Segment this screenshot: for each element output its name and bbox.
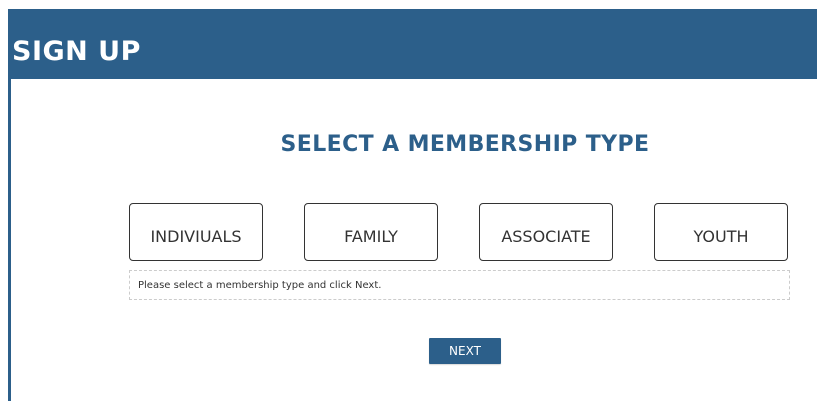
membership-option-family[interactable]: FAMILY: [304, 203, 438, 261]
instruction-message: Please select a membership type and clic…: [129, 270, 790, 300]
signup-page: SIGN UP SELECT A MEMBERSHIP TYPE INDIVIU…: [0, 0, 817, 401]
page-title: SIGN UP: [12, 36, 141, 67]
section-title: SELECT A MEMBERSHIP TYPE: [280, 132, 650, 157]
next-button[interactable]: NEXT: [429, 338, 501, 364]
membership-option-youth[interactable]: YOUTH: [654, 203, 788, 261]
top-edge: [0, 0, 817, 9]
page-header: SIGN UP: [8, 9, 817, 79]
membership-option-individuals[interactable]: INDIVIUALS: [129, 203, 263, 261]
membership-option-associate[interactable]: ASSOCIATE: [479, 203, 613, 261]
